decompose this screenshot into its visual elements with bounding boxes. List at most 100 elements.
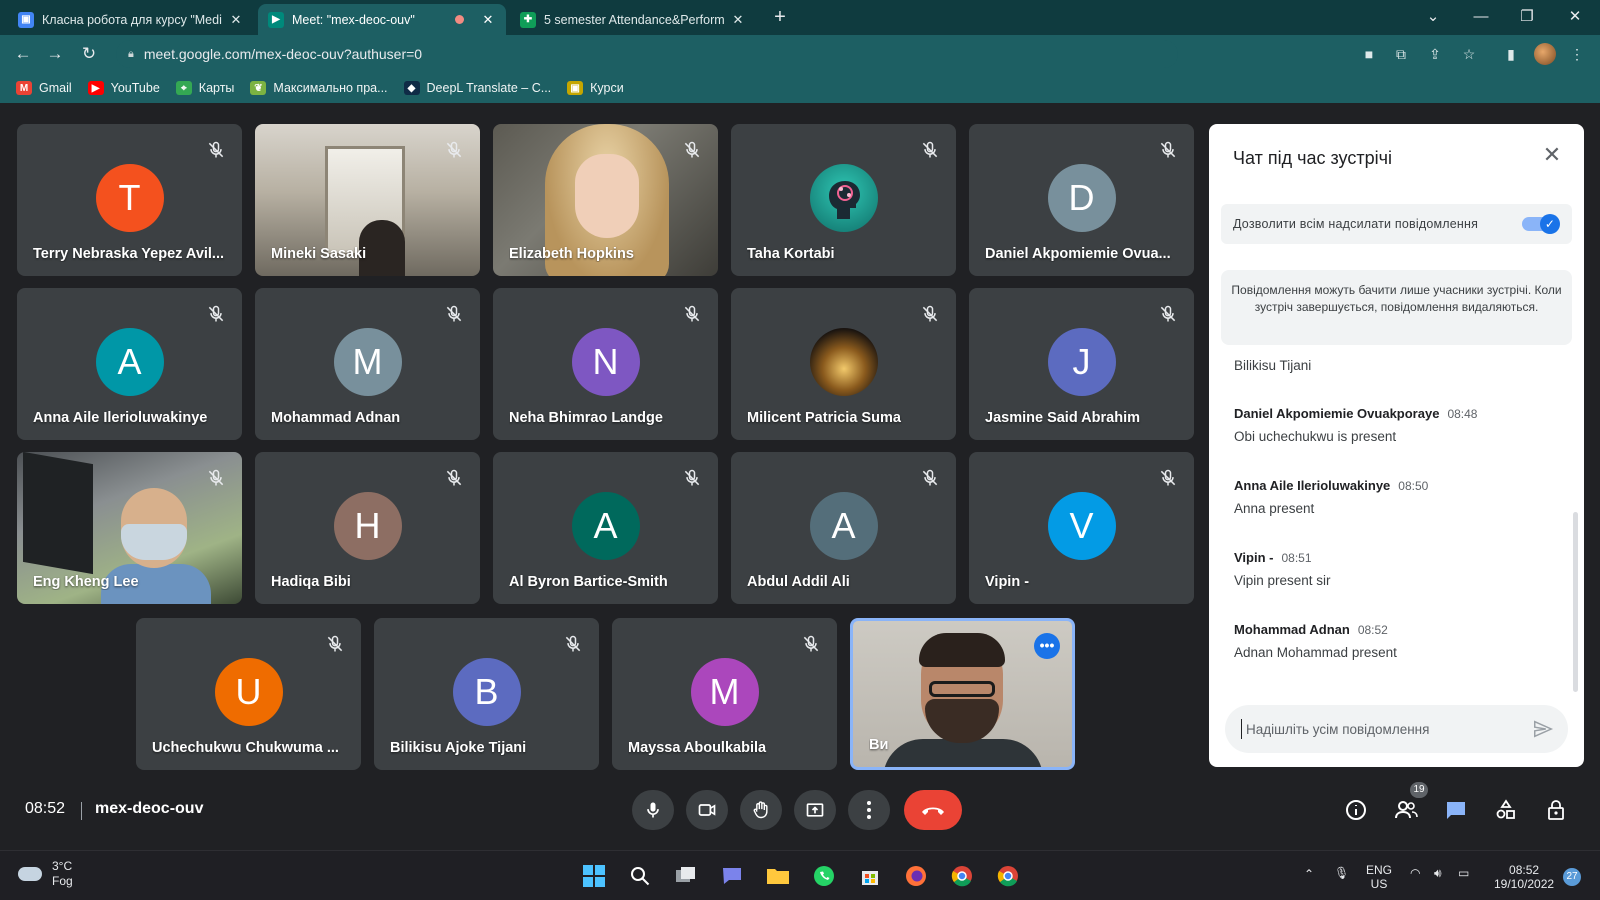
participant-tile[interactable]: B Bilikisu Ajoke Tijani xyxy=(374,618,599,770)
message-sender: Vipin - xyxy=(1234,550,1274,565)
send-icon[interactable] xyxy=(1532,718,1554,740)
mic-off-icon xyxy=(801,634,821,654)
participant-tile[interactable]: A Anna Aile Ilerioluwakinye xyxy=(17,288,242,440)
volume-icon[interactable]: 🔊︎ xyxy=(1434,866,1442,880)
share-icon[interactable]: ⇪ xyxy=(1424,43,1446,65)
microphone-button[interactable] xyxy=(632,790,674,830)
forward-icon[interactable]: → xyxy=(42,41,68,67)
participant-tile[interactable]: V Vipin - xyxy=(969,452,1194,604)
camera-button[interactable] xyxy=(686,790,728,830)
address-bar[interactable]: 🔒︎ meet.google.com/mex-deoc-ouv?authuser… xyxy=(116,40,1178,68)
tab-meet[interactable]: ▶ Meet: "mex-deoc-ouv" ✕ xyxy=(258,4,506,35)
close-tab-icon[interactable]: ✕ xyxy=(480,12,496,28)
teams-chat-button[interactable] xyxy=(718,862,746,890)
camera-in-use-icon[interactable]: ■ xyxy=(1358,43,1380,65)
self-video-tile[interactable]: ••• Ви xyxy=(850,618,1075,770)
bookmark-item[interactable]: ❦ Максимально пра... xyxy=(250,81,388,95)
participant-tile[interactable]: Mineki Sasaki xyxy=(255,124,480,276)
weather-description: Fog xyxy=(52,874,73,888)
bookmark-item[interactable]: ▶ YouTube xyxy=(87,81,160,95)
chat-button[interactable] xyxy=(1440,794,1472,826)
browser-menu-icon[interactable]: ⋮ xyxy=(1566,43,1588,65)
close-chat-icon[interactable]: ✕ xyxy=(1540,144,1564,168)
allow-messages-toggle[interactable]: ✓ xyxy=(1522,214,1560,234)
participant-tile[interactable]: M Mayssa Aboulkabila xyxy=(612,618,837,770)
chat-scrollbar[interactable] xyxy=(1573,512,1578,692)
activities-button[interactable] xyxy=(1490,794,1522,826)
message-time: 08:51 xyxy=(1281,551,1312,565)
tab-search-icon[interactable]: ⌄ xyxy=(1410,0,1456,35)
leave-call-button[interactable] xyxy=(904,790,962,830)
weather-widget[interactable]: 3°C Fog xyxy=(18,859,73,889)
people-button[interactable] xyxy=(1390,794,1422,826)
system-clock[interactable]: 08:52 19/10/2022 xyxy=(1494,863,1554,891)
participant-tile[interactable]: N Neha Bhimrao Landge xyxy=(493,288,718,440)
profile-avatar[interactable] xyxy=(1534,43,1556,65)
participant-tile[interactable]: D Daniel Akpomiemie Ovua... xyxy=(969,124,1194,276)
tab-sheets[interactable]: ✚ 5 semester Attendance&Perform ✕ xyxy=(510,4,756,35)
bookmark-item[interactable]: ◆ DeepL Translate – C... xyxy=(403,81,551,95)
participant-tile[interactable]: A Al Byron Bartice-Smith xyxy=(493,452,718,604)
file-explorer-button[interactable] xyxy=(764,862,792,890)
participant-tile[interactable]: Taha Kortabi xyxy=(731,124,956,276)
search-button[interactable] xyxy=(626,862,654,890)
participant-tile[interactable]: Eng Kheng Lee xyxy=(17,452,242,604)
participant-tile[interactable]: U Uchechukwu Chukwuma ... xyxy=(136,618,361,770)
present-screen-button[interactable] xyxy=(794,790,836,830)
participant-name: Mineki Sasaki xyxy=(271,246,367,262)
show-hidden-icons[interactable]: ⌃ xyxy=(1304,867,1314,881)
bookmark-item[interactable]: ▣ Курси xyxy=(567,81,624,95)
language-indicator[interactable]: ENG US xyxy=(1366,863,1392,891)
minimize-button[interactable]: — xyxy=(1458,0,1504,35)
host-controls-button[interactable] xyxy=(1540,794,1572,826)
microsoft-store-button[interactable] xyxy=(856,862,884,890)
meeting-details-button[interactable] xyxy=(1340,794,1372,826)
reload-icon[interactable]: ↻ xyxy=(76,41,102,67)
task-view-button[interactable] xyxy=(672,862,700,890)
firefox-button[interactable] xyxy=(902,862,930,890)
mic-tray-icon[interactable]: 🎙︎ xyxy=(1334,866,1349,880)
chrome-icon xyxy=(951,866,972,887)
tile-more-options-icon[interactable]: ••• xyxy=(1034,633,1060,659)
participant-name: Milicent Patricia Suma xyxy=(747,410,901,426)
folder-icon: ▣ xyxy=(567,81,584,95)
participant-tile[interactable]: T Terry Nebraska Yepez Avil... xyxy=(17,124,242,276)
new-tab-button[interactable]: + xyxy=(768,6,792,30)
notification-count-badge[interactable]: 27 xyxy=(1563,868,1581,886)
tab-classroom[interactable]: ▣ Класна робота для курсу "Media ✕ xyxy=(8,4,254,35)
battery-icon[interactable]: ▭ xyxy=(1458,866,1469,880)
close-tab-icon[interactable]: ✕ xyxy=(730,12,746,28)
participant-tile[interactable]: H Hadiqa Bibi xyxy=(255,452,480,604)
raise-hand-button[interactable] xyxy=(740,790,782,830)
participant-avatar: H xyxy=(333,492,402,560)
whatsapp-button[interactable] xyxy=(810,862,838,890)
participant-avatar: U xyxy=(214,658,283,726)
more-options-button[interactable] xyxy=(848,790,890,830)
participant-tile[interactable]: J Jasmine Said Abrahim xyxy=(969,288,1194,440)
chat-permission-label: Дозволити всім надсилати повідомлення xyxy=(1233,217,1479,231)
mic-off-icon xyxy=(444,468,464,488)
bookmark-item[interactable]: M Gmail xyxy=(16,81,72,95)
hand-icon xyxy=(753,801,768,819)
close-tab-icon[interactable]: ✕ xyxy=(228,12,244,28)
participant-tile[interactable]: Elizabeth Hopkins xyxy=(493,124,718,276)
clock-date: 19/10/2022 xyxy=(1494,877,1555,891)
chrome-button[interactable] xyxy=(948,862,976,890)
participant-tile[interactable]: Milicent Patricia Suma xyxy=(731,288,956,440)
participant-tile[interactable]: M Mohammad Adnan xyxy=(255,288,480,440)
close-window-button[interactable]: ✕ xyxy=(1552,0,1598,35)
mic-off-icon xyxy=(682,304,702,324)
wifi-icon[interactable]: ◠ xyxy=(1410,866,1420,880)
start-button[interactable] xyxy=(580,862,608,890)
classroom-favicon-icon: ▣ xyxy=(18,11,34,28)
mic-off-icon xyxy=(682,140,702,160)
chat-message-input[interactable] xyxy=(1241,719,1511,739)
bookmark-item[interactable]: ⌖ Карты xyxy=(175,81,234,95)
side-panel-icon[interactable]: ▮ xyxy=(1500,43,1522,65)
back-icon[interactable]: ← xyxy=(10,41,36,67)
chrome-profile-button[interactable] xyxy=(994,862,1022,890)
restore-button[interactable]: ❐ xyxy=(1504,0,1550,35)
bookmark-star-icon[interactable]: ☆ xyxy=(1458,43,1480,65)
participant-tile[interactable]: A Abdul Addil Ali xyxy=(731,452,956,604)
translate-icon[interactable]: ⧉ xyxy=(1390,43,1412,65)
